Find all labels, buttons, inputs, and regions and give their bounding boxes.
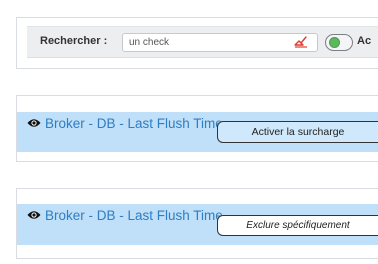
service-title-link[interactable]: Broker - DB - Last Flush Time [27,207,242,225]
exclude-specifically-button[interactable]: Exclure spécifiquement [217,215,378,236]
toggle-knob [329,37,340,48]
service-panel: Broker - DB - Last Flush Time Activer la… [16,95,378,162]
search-bar: Rechercher : Ac [27,26,378,58]
service-panel: Broker - DB - Last Flush Time Exclure sp… [16,188,378,259]
filter-toggle[interactable] [325,34,353,51]
search-input[interactable] [122,33,318,52]
search-panel: Rechercher : Ac [16,17,378,69]
clear-search-icon[interactable] [294,36,308,48]
activate-override-button[interactable]: Activer la surcharge [217,121,378,143]
service-row: Broker - DB - Last Flush Time Activer la… [17,112,378,152]
toggle-label: Ac [357,35,372,47]
search-label: Rechercher : [40,35,108,47]
service-title-link[interactable]: Broker - DB - Last Flush Time [27,115,242,133]
service-row: Broker - DB - Last Flush Time Exclure sp… [17,204,378,245]
